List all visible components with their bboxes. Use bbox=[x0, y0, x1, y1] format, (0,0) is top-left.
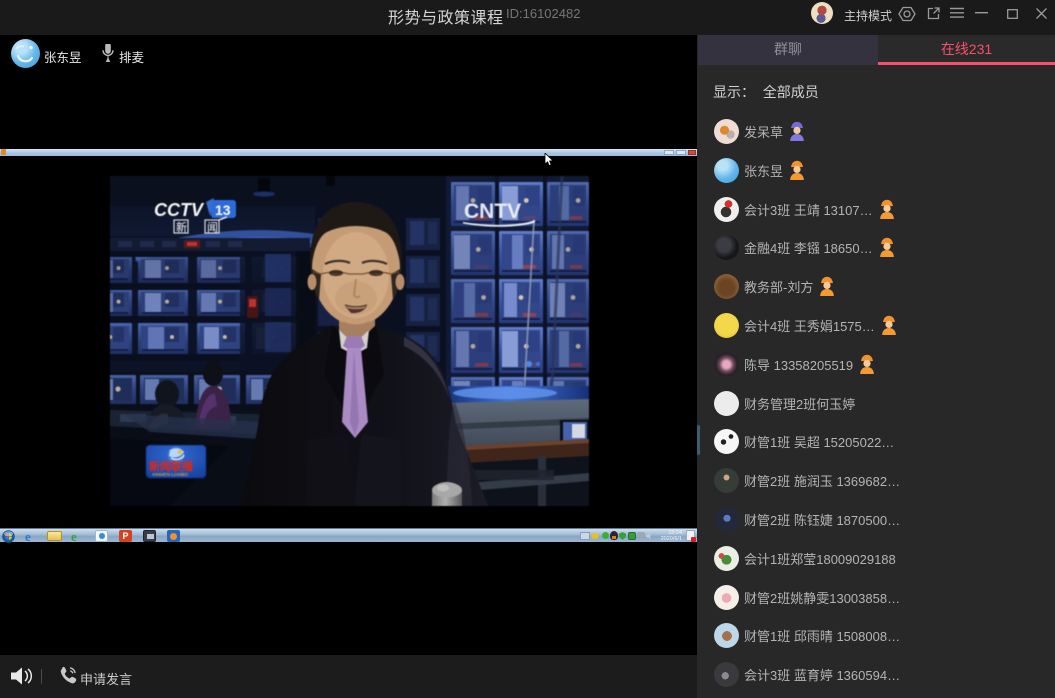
svg-text:新闻联播: 新闻联播 bbox=[149, 459, 194, 473]
svg-text:闻: 闻 bbox=[207, 220, 218, 234]
svg-text:XINWEN·LIANBO: XINWEN·LIANBO bbox=[152, 472, 189, 477]
svg-text:CNTV: CNTV bbox=[464, 200, 521, 223]
svg-text:13: 13 bbox=[215, 202, 231, 218]
svg-text:新: 新 bbox=[176, 220, 187, 234]
svg-text:CCTV: CCTV bbox=[154, 200, 205, 220]
